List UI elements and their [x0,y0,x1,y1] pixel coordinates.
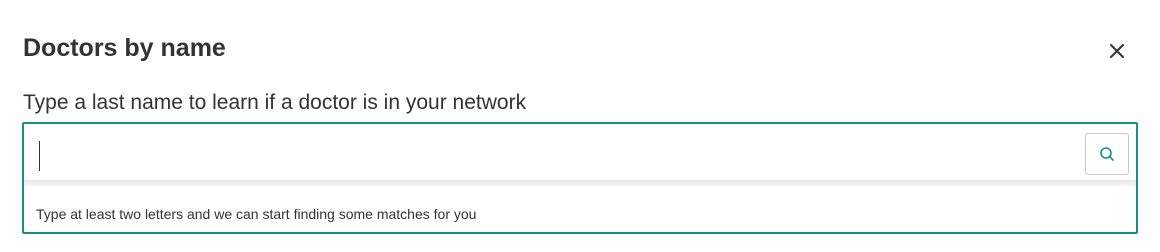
search-button[interactable] [1085,133,1129,175]
close-button[interactable] [1100,34,1134,68]
input-divider [24,180,1136,186]
search-combobox: Type at least two letters and we can sta… [22,122,1138,234]
search-icon [1100,147,1114,161]
close-icon [1110,44,1124,58]
dialog-title: Doctors by name [23,34,226,62]
search-hint-text: Type at least two letters and we can sta… [36,206,477,222]
search-input-row [24,124,1136,184]
doctor-name-search-input[interactable] [36,136,1080,174]
search-label: Type a last name to learn if a doctor is… [23,91,527,114]
text-cursor [39,141,40,171]
